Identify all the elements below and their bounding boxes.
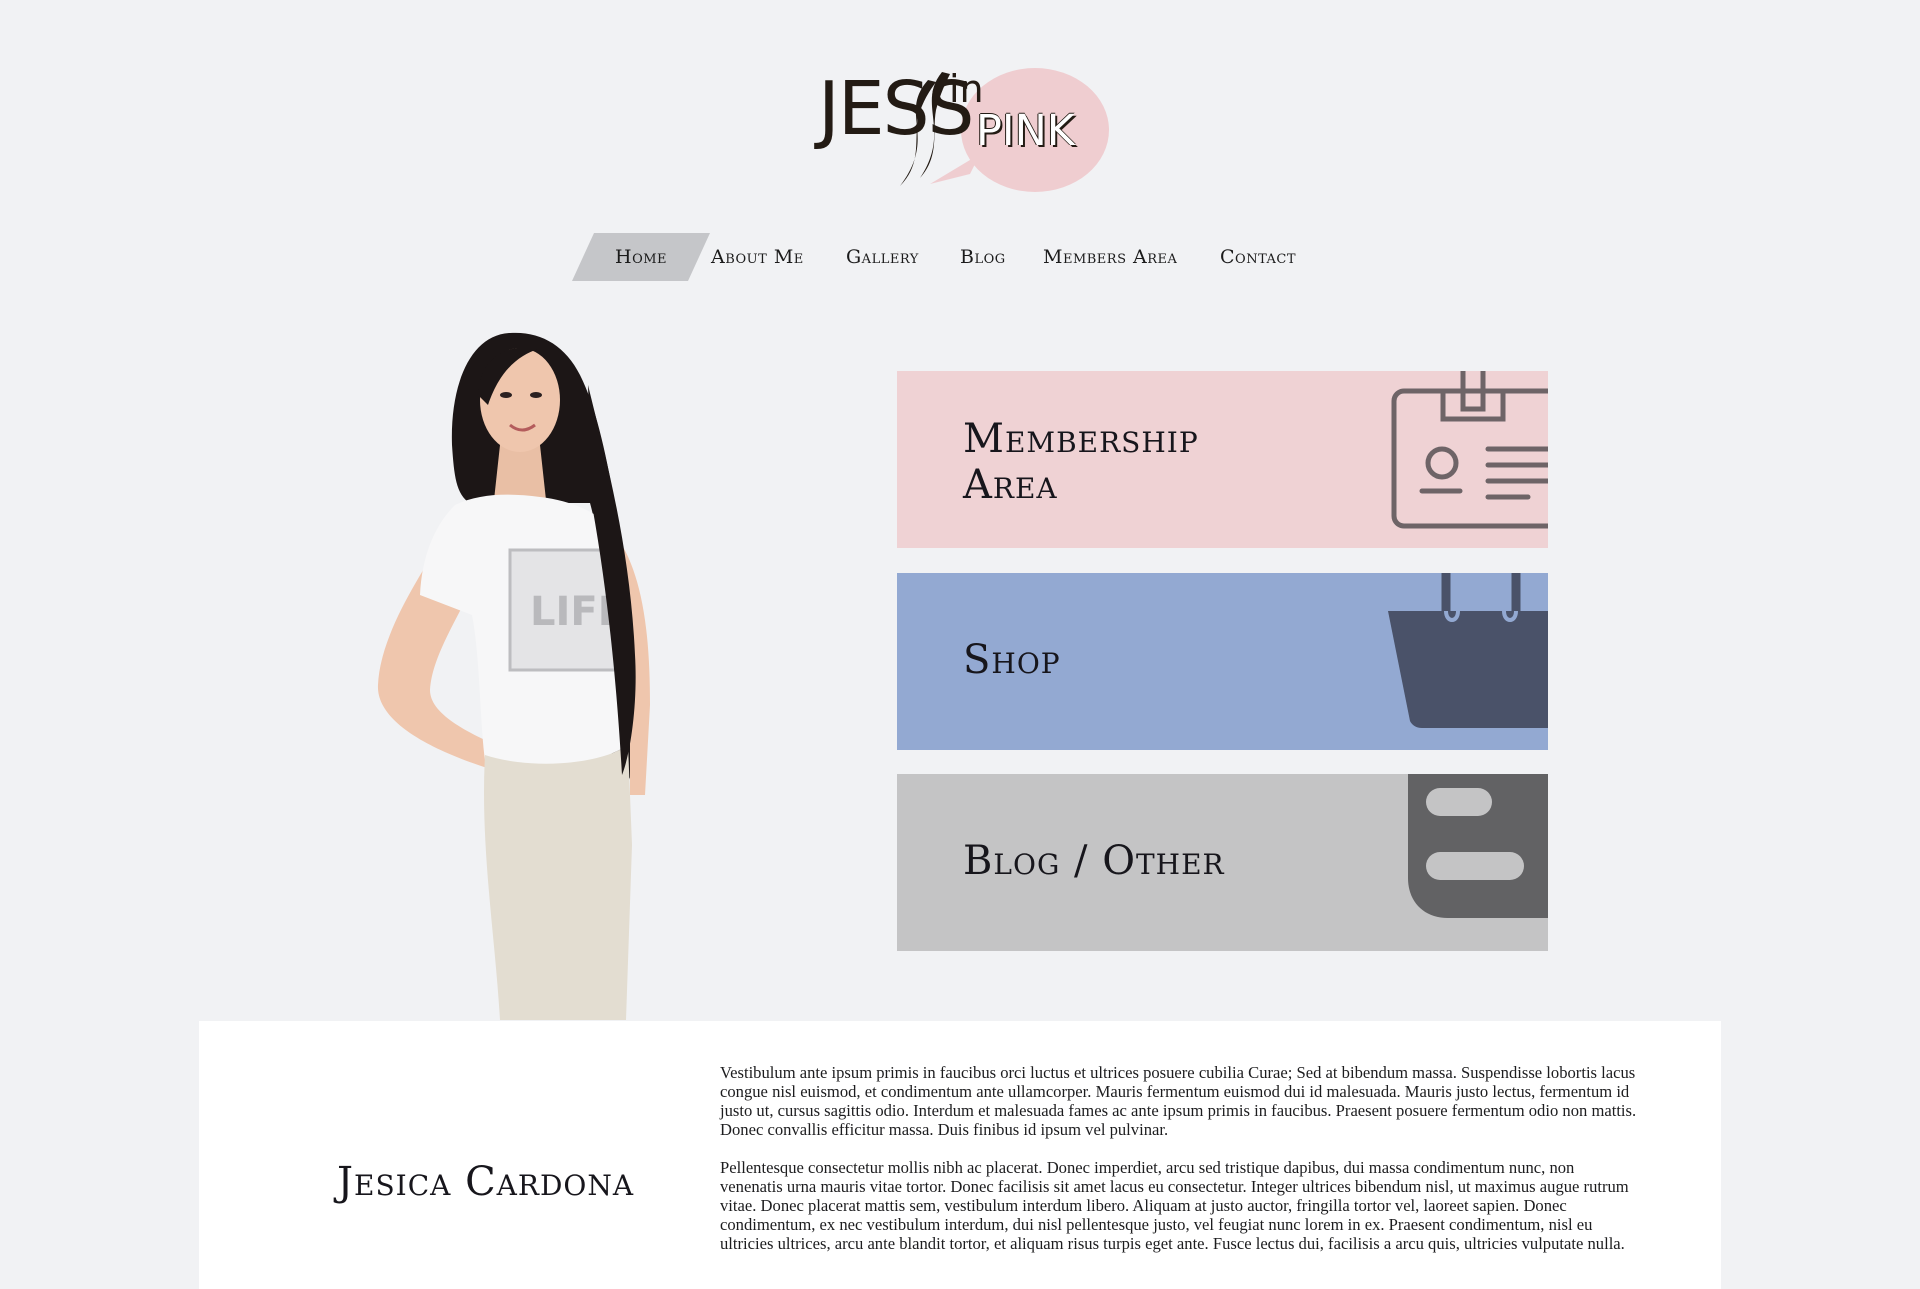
shopping-bag-icon: [1388, 573, 1548, 750]
nav-item-gallery[interactable]: Gallery: [846, 232, 919, 282]
bio-paragraph-2: Pellentesque consectetur mollis nibh ac …: [720, 1158, 1629, 1253]
blog-other-card[interactable]: Blog / Other: [897, 774, 1548, 951]
model-photo: LIFE: [360, 325, 800, 1020]
logo-in-text: in: [949, 67, 984, 111]
nav-item-home[interactable]: Home: [615, 232, 667, 282]
nav-item-about-me[interactable]: About Me: [711, 232, 804, 282]
nav-item-contact[interactable]: Contact: [1220, 232, 1296, 282]
bio-paragraph-1: Vestibulum ante ipsum primis in faucibus…: [720, 1063, 1637, 1139]
main-nav: Home About Me Gallery Blog Members Area …: [0, 232, 1920, 282]
shop-title: Shop: [963, 637, 1061, 683]
membership-area-title: Membership Area: [963, 416, 1199, 508]
nav-item-members-area[interactable]: Members Area: [1043, 232, 1177, 282]
membership-title-line2: Area: [963, 462, 1058, 508]
bio-text: Vestibulum ante ipsum primis in faucibus…: [720, 1063, 1640, 1272]
membership-area-card[interactable]: Membership Area: [897, 371, 1548, 548]
id-badge-icon: [1388, 371, 1548, 548]
membership-title-line1: Membership: [963, 416, 1199, 462]
bio-section: Jesica Cardona Vestibulum ante ipsum pri…: [199, 1021, 1721, 1289]
blog-other-title: Blog / Other: [963, 838, 1225, 884]
bio-name: Jesica Cardona: [337, 1159, 635, 1205]
page: JESS in PINK Home About Me Gallery Blog …: [0, 0, 1920, 1289]
logo-pink-text: PINK: [976, 106, 1075, 156]
site-logo[interactable]: JESS in PINK: [810, 54, 1110, 204]
shop-card[interactable]: Shop: [897, 573, 1548, 750]
blogger-icon: [1388, 774, 1548, 951]
nav-item-blog[interactable]: Blog: [960, 232, 1006, 282]
